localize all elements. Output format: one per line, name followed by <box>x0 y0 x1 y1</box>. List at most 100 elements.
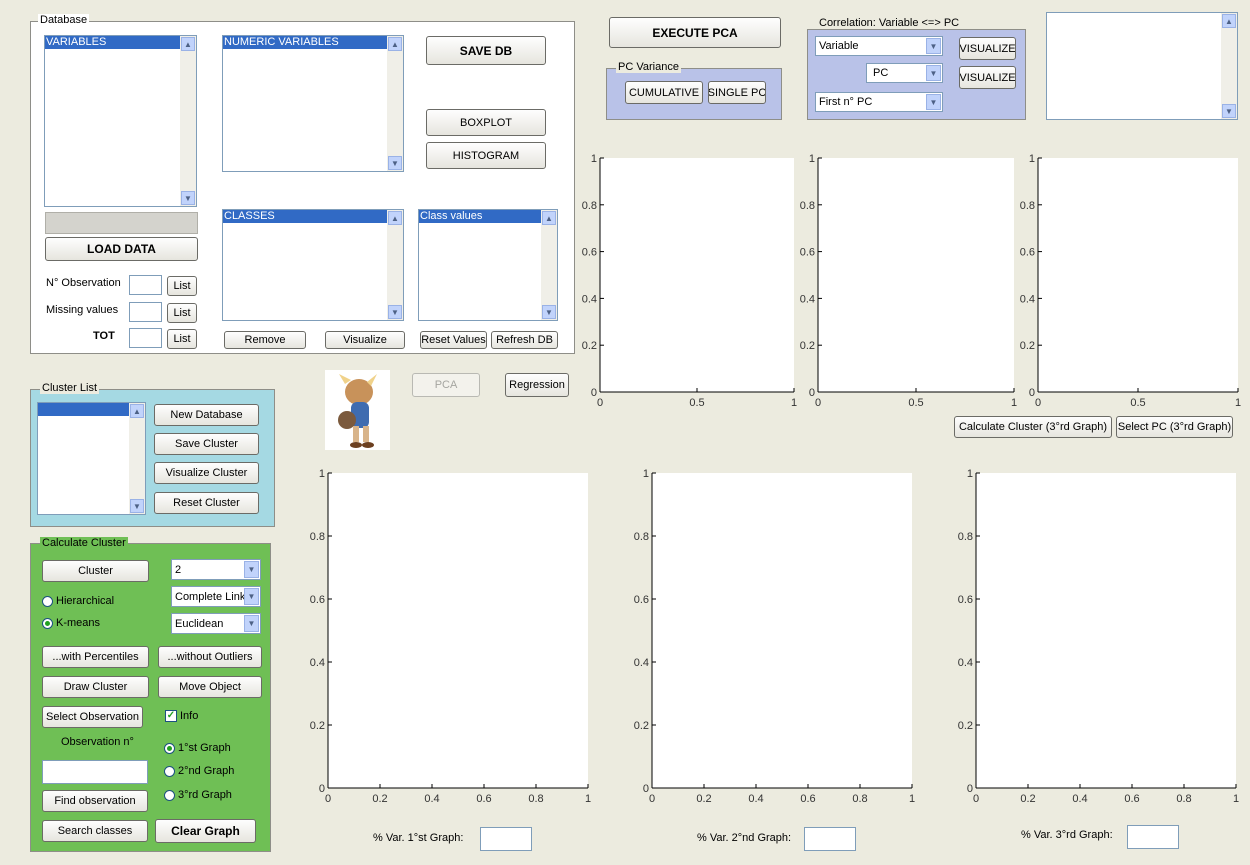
without-outliers-button[interactable]: ...without Outliers <box>158 646 262 668</box>
x-tick-label: 0.5 <box>908 397 923 409</box>
save-db-button[interactable]: SAVE DB <box>426 36 546 65</box>
class-values-scrollbar[interactable]: ▲ ▼ <box>541 210 557 320</box>
cluster-scrollbar[interactable]: ▲ ▼ <box>129 403 145 514</box>
select-pc-3rd-button[interactable]: Select PC (3°rd Graph) <box>1116 416 1233 438</box>
list-missing-button[interactable]: List <box>167 303 197 323</box>
n-observation-field[interactable] <box>129 275 162 295</box>
execute-pca-button[interactable]: EXECUTE PCA <box>609 17 781 48</box>
variables-scrollbar[interactable]: ▲ ▼ <box>180 36 196 206</box>
axes-area <box>976 473 1236 788</box>
clear-graph-button[interactable]: Clear Graph <box>155 819 256 843</box>
distance-select[interactable]: Euclidean ▼ <box>171 613 261 634</box>
visualize-variable-button[interactable]: VISUALIZE <box>959 37 1016 60</box>
new-database-button[interactable]: New Database <box>154 404 259 426</box>
reset-values-button[interactable]: Reset Values <box>420 331 487 349</box>
large-plot-2[interactable]: 00.20.40.60.810 0.2 0.4 0.6 0.8 1 <box>620 465 922 808</box>
scroll-up-icon[interactable]: ▲ <box>388 211 402 225</box>
info-scrollbar[interactable]: ▲ ▼ <box>1221 13 1237 119</box>
first-n-pc-select[interactable]: First n° PC ▼ <box>815 92 943 112</box>
x-tick-label: 0 <box>973 793 979 805</box>
histogram-button[interactable]: HISTOGRAM <box>426 142 546 169</box>
regression-button[interactable]: Regression <box>505 373 569 397</box>
with-percentiles-button[interactable]: ...with Percentiles <box>42 646 149 668</box>
hierarchical-radio[interactable]: Hierarchical <box>42 595 114 607</box>
var-first-graph-field <box>480 827 532 851</box>
scroll-up-icon[interactable]: ▲ <box>1222 14 1236 28</box>
x-tick-label: 1 <box>909 793 915 805</box>
scroll-down-icon[interactable]: ▼ <box>181 191 195 205</box>
cluster-button[interactable]: Cluster <box>42 560 149 582</box>
missing-values-label: Missing values <box>46 304 119 316</box>
tot-field[interactable] <box>129 328 162 348</box>
chevron-down-icon[interactable]: ▼ <box>244 615 259 632</box>
pca-button[interactable]: PCA <box>412 373 480 397</box>
select-observation-button[interactable]: Select Observation <box>42 706 143 728</box>
x-tick-label: 1 <box>585 793 591 805</box>
chevron-down-icon[interactable]: ▼ <box>926 94 941 110</box>
refresh-db-button[interactable]: Refresh DB <box>491 331 558 349</box>
scroll-down-icon[interactable]: ▼ <box>542 305 556 319</box>
single-pc-button[interactable]: SINGLE PC <box>708 81 766 104</box>
numeric-variables-list[interactable]: NUMERIC VARIABLES ▲ ▼ <box>222 35 404 172</box>
chevron-down-icon[interactable]: ▼ <box>926 65 941 81</box>
visualize-cluster-button[interactable]: Visualize Cluster <box>154 462 259 484</box>
y-tick-label: 1 <box>809 153 815 165</box>
scroll-up-icon[interactable]: ▲ <box>181 37 195 51</box>
second-graph-radio[interactable]: 2°nd Graph <box>164 765 234 777</box>
small-plot-2[interactable]: 00.20.40.60.810 0.5 1 <box>778 150 1022 412</box>
scroll-up-icon[interactable]: ▲ <box>542 211 556 225</box>
chevron-down-icon[interactable]: ▼ <box>926 38 941 54</box>
info-checkbox[interactable]: ✓ Info <box>165 710 198 722</box>
classes-list[interactable]: CLASSES ▲ ▼ <box>222 209 404 321</box>
scroll-up-icon[interactable]: ▲ <box>130 404 144 418</box>
second-graph-label: 2°nd Graph <box>178 765 235 777</box>
scroll-down-icon[interactable]: ▼ <box>388 156 402 170</box>
info-listbox[interactable]: ▲ ▼ <box>1046 12 1238 120</box>
k-select[interactable]: 2 ▼ <box>171 559 261 580</box>
var-second-graph-field <box>804 827 856 851</box>
variable-select[interactable]: Variable ▼ <box>815 36 943 56</box>
visualize-classes-button[interactable]: Visualize <box>325 331 405 349</box>
search-classes-button[interactable]: Search classes <box>42 820 148 842</box>
x-tick-label: 0 <box>815 397 821 409</box>
observation-n-field[interactable] <box>42 760 148 784</box>
chevron-down-icon[interactable]: ▼ <box>244 588 259 605</box>
calculate-cluster-3rd-button[interactable]: Calculate Cluster (3°rd Graph) <box>954 416 1112 438</box>
first-graph-radio[interactable]: 1°st Graph <box>164 742 231 754</box>
find-observation-button[interactable]: Find observation <box>42 790 148 812</box>
linkage-select[interactable]: Complete Link ▼ <box>171 586 261 607</box>
classes-scrollbar[interactable]: ▲ ▼ <box>387 210 403 320</box>
cluster-listbox[interactable]: ▲ ▼ <box>37 402 146 515</box>
load-data-button[interactable]: LOAD DATA <box>45 237 198 261</box>
scroll-down-icon[interactable]: ▼ <box>388 305 402 319</box>
pc-select[interactable]: PC ▼ <box>866 63 943 83</box>
scroll-down-icon[interactable]: ▼ <box>1222 104 1236 118</box>
save-cluster-button[interactable]: Save Cluster <box>154 433 259 455</box>
scroll-up-icon[interactable]: ▲ <box>388 37 402 51</box>
remove-button[interactable]: Remove <box>224 331 306 349</box>
draw-cluster-button[interactable]: Draw Cluster <box>42 676 149 698</box>
visualize-pc-button[interactable]: VISUALIZE <box>959 66 1016 89</box>
first-n-pc-value: First n° PC <box>819 96 873 108</box>
move-object-button[interactable]: Move Object <box>158 676 262 698</box>
list-observation-button[interactable]: List <box>167 276 197 296</box>
pc-select-value: PC <box>873 67 889 79</box>
list-tot-button[interactable]: List <box>167 329 197 349</box>
class-values-list[interactable]: Class values ▲ ▼ <box>418 209 558 321</box>
large-plot-3[interactable]: 00.20.40.60.810 0.2 0.4 0.6 0.8 1 <box>944 465 1246 808</box>
boxplot-button[interactable]: BOXPLOT <box>426 109 546 136</box>
numeric-scrollbar[interactable]: ▲ ▼ <box>387 36 403 171</box>
scroll-down-icon[interactable]: ▼ <box>130 499 144 513</box>
tot-label: TOT <box>93 330 115 342</box>
y-tick-label: 0.6 <box>1020 247 1035 259</box>
small-plot-1[interactable]: 00.20.40.60.810 0.5 1 <box>560 150 802 412</box>
third-graph-radio[interactable]: 3°rd Graph <box>164 789 232 801</box>
reset-cluster-button[interactable]: Reset Cluster <box>154 492 259 514</box>
large-plot-1[interactable]: 00.20.40.60.810 0.2 0.4 0.6 0.8 1 <box>296 465 598 808</box>
cumulative-button[interactable]: CUMULATIVE <box>625 81 703 104</box>
kmeans-radio[interactable]: K-means <box>42 617 100 629</box>
missing-values-field[interactable] <box>129 302 162 322</box>
variables-list[interactable]: VARIABLES ▲ ▼ <box>44 35 197 207</box>
small-plot-3[interactable]: 00.20.40.60.810 0.5 1 <box>998 150 1246 412</box>
chevron-down-icon[interactable]: ▼ <box>244 561 259 578</box>
